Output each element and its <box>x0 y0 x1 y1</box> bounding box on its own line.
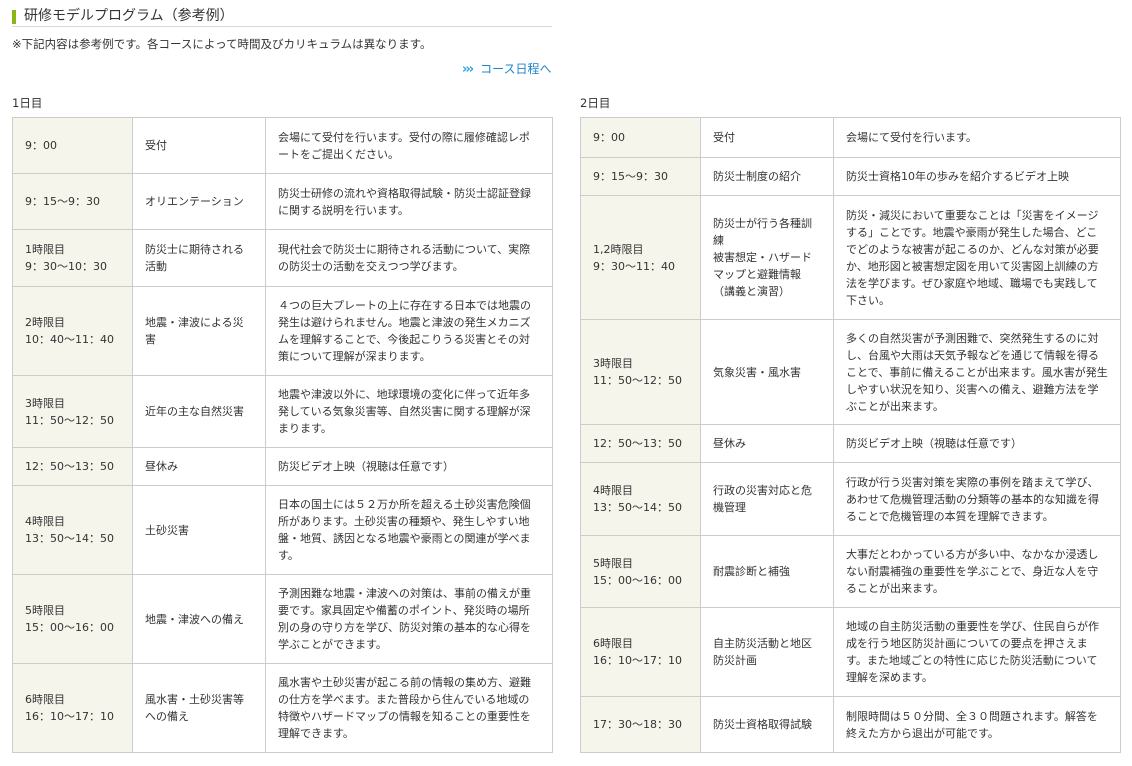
description-cell: 日本の国土には５２万か所を超える土砂災害危険個所があります。土砂災害の種類や、発… <box>265 485 553 575</box>
table-row: 6時限目 16：10～17：10 自主防災活動と地区防災計画 地域の自主防災活動… <box>580 607 1121 697</box>
description-cell: 現代社会で防災士に期待される活動について、実際の防災士の活動を交えつつ学びます。 <box>265 229 553 287</box>
description-cell: 防災士資格10年の歩みを紹介するビデオ上映 <box>833 157 1121 196</box>
description-cell: 制限時間は５０分間、全３０問題されます。解答を終えた方から退出が可能です。 <box>833 696 1121 753</box>
time-cell: 3時限目 11：50～12：50 <box>580 319 701 425</box>
table-row: 1,2時限目 9：30～11：40 防災士が行う各種訓練 被害想定・ハザードマッ… <box>580 195 1121 320</box>
subject-cell: 土砂災害 <box>132 485 266 575</box>
subject-cell: 地震・津波への備え <box>132 574 266 664</box>
subject-cell: 地震・津波による災害 <box>132 286 266 376</box>
accent-bar <box>12 10 16 24</box>
time-cell: 4時限目 13：50～14：50 <box>580 462 701 536</box>
subject-cell: 昼休み <box>132 447 266 486</box>
table-row: 3時限目 11：50～12：50 気象災害・風水害 多くの自然災害が予測困難で、… <box>580 319 1121 425</box>
description-cell: 防災ビデオ上映（視聴は任意です） <box>833 424 1121 463</box>
subject-cell: 行政の災害対応と危機管理 <box>700 462 834 536</box>
table-row: 9：15～9：30 オリエンテーション 防災士研修の流れや資格取得試験・防災士認… <box>12 173 553 230</box>
subject-cell: 防災士資格取得試験 <box>700 696 834 753</box>
time-cell: 5時限目 15：00～16：00 <box>12 574 133 664</box>
description-cell: 地震や津波以外に、地球環境の変化に伴って近年多発している気象災害等、自然災害に関… <box>265 375 553 448</box>
double-chevron-right-icon: ››› <box>462 62 474 77</box>
day2-label: 2日目 <box>580 96 611 110</box>
notice-text: ※下記内容は参考例です。各コースによって時間及びカリキュラムは異なります。 <box>12 37 432 51</box>
description-cell: 大事だとわかっている方が多い中、なかなか浸透しない耐震補強の重要性を学ぶことで、… <box>833 535 1121 608</box>
time-cell: 5時限目 15：00～16：00 <box>580 535 701 608</box>
table-row: 9：00 受付 会場にて受付を行います。 <box>580 117 1121 158</box>
table-row: 5時限目 15：00～16：00 地震・津波への備え 予測困難な地震・津波への対… <box>12 574 553 664</box>
description-cell: 行政が行う災害対策を実際の事例を踏まえて学び、あわせて危機管理活動の分類等の基本… <box>833 462 1121 536</box>
time-cell: 9：00 <box>580 117 701 158</box>
description-cell: ４つの巨大プレートの上に存在する日本では地震の発生は避けられません。地震と津波の… <box>265 286 553 376</box>
description-cell: 防災ビデオ上映（視聴は任意です） <box>265 447 553 486</box>
table-row: 12：50～13：50 昼休み 防災ビデオ上映（視聴は任意です） <box>580 424 1121 463</box>
subject-cell: 自主防災活動と地区防災計画 <box>700 607 834 697</box>
time-cell: 4時限目 13：50～14：50 <box>12 485 133 575</box>
time-cell: 1,2時限目 9：30～11：40 <box>580 195 701 320</box>
subject-cell: 受付 <box>700 117 834 158</box>
table-row: 9：00 受付 会場にて受付を行います。受付の際に履修確認レポートをご提出くださ… <box>12 117 553 174</box>
description-cell: 予測困難な地震・津波への対策は、事前の備えが重要です。家具固定や備蓄のポイント、… <box>265 574 553 664</box>
description-cell: 防災士研修の流れや資格取得試験・防災士認証登録に関する説明を行います。 <box>265 173 553 230</box>
description-cell: 会場にて受付を行います。 <box>833 117 1121 158</box>
time-cell: 6時限目 16：10～17：10 <box>580 607 701 697</box>
subject-cell: 受付 <box>132 117 266 174</box>
description-cell: 地域の自主防災活動の重要性を学び、住民自らが作成を行う地区防災計画についての要点… <box>833 607 1121 697</box>
table-row: 6時限目 16：10～17：10 風水害・土砂災害等への備え 風水害や土砂災害が… <box>12 663 553 753</box>
table-row: 12：50～13：50 昼休み 防災ビデオ上映（視聴は任意です） <box>12 447 553 486</box>
day2-schedule-table: 9：00 受付 会場にて受付を行います。 9：15～9：30 防災士制度の紹介 … <box>580 117 1121 753</box>
subject-cell: 防災士が行う各種訓練 被害想定・ハザードマップと避難情報 （講義と演習） <box>700 195 834 320</box>
time-cell: 12：50～13：50 <box>580 424 701 463</box>
subject-cell: 近年の主な自然災害 <box>132 375 266 448</box>
time-cell: 12：50～13：50 <box>12 447 133 486</box>
table-row: 1時限目 9：30～10：30 防災士に期待される活動 現代社会で防災士に期待さ… <box>12 229 553 287</box>
description-cell: 防災・減災において重要なことは「災害をイメージする」ことです。地震や豪雨が発生し… <box>833 195 1121 320</box>
table-row: 5時限目 15：00～16：00 耐震診断と補強 大事だとわかっている方が多い中… <box>580 535 1121 608</box>
time-cell: 9：15～9：30 <box>12 173 133 230</box>
description-cell: 会場にて受付を行います。受付の際に履修確認レポートをご提出ください。 <box>265 117 553 174</box>
subject-cell: 風水害・土砂災害等への備え <box>132 663 266 753</box>
table-row: 9：15～9：30 防災士制度の紹介 防災士資格10年の歩みを紹介するビデオ上映 <box>580 157 1121 196</box>
description-cell: 風水害や土砂災害が起こる前の情報の集め方、避難の仕方を学べます。また普段から住ん… <box>265 663 553 753</box>
day1-schedule-table: 9：00 受付 会場にて受付を行います。受付の際に履修確認レポートをご提出くださ… <box>12 117 553 753</box>
time-cell: 17：30～18：30 <box>580 696 701 753</box>
subject-cell: 気象災害・風水害 <box>700 319 834 425</box>
time-cell: 1時限目 9：30～10：30 <box>12 229 133 287</box>
description-cell: 多くの自然災害が予測困難で、突然発生するのに対し、台風や大雨は天気予報などを通じ… <box>833 319 1121 425</box>
table-row: 3時限目 11：50～12：50 近年の主な自然災害 地震や津波以外に、地球環境… <box>12 375 553 448</box>
subject-cell: 防災士に期待される活動 <box>132 229 266 287</box>
table-row: 4時限目 13：50～14：50 行政の災害対応と危機管理 行政が行う災害対策を… <box>580 462 1121 536</box>
subject-cell: 耐震診断と補強 <box>700 535 834 608</box>
day1-label: 1日目 <box>12 96 43 110</box>
subject-cell: オリエンテーション <box>132 173 266 230</box>
page-title: 研修モデルプログラム（参考例） <box>24 8 234 24</box>
subject-cell: 昼休み <box>700 424 834 463</box>
time-cell: 6時限目 16：10～17：10 <box>12 663 133 753</box>
table-row: 2時限目 10：40～11：40 地震・津波による災害 ４つの巨大プレートの上に… <box>12 286 553 376</box>
course-schedule-link[interactable]: ››› コース日程へ <box>462 62 551 77</box>
time-cell: 2時限目 10：40～11：40 <box>12 286 133 376</box>
table-row: 4時限目 13：50～14：50 土砂災害 日本の国土には５２万か所を超える土砂… <box>12 485 553 575</box>
page-header: 研修モデルプログラム（参考例） <box>12 7 552 27</box>
time-cell: 9：00 <box>12 117 133 174</box>
table-row: 17：30～18：30 防災士資格取得試験 制限時間は５０分間、全３０問題されま… <box>580 696 1121 753</box>
time-cell: 3時限目 11：50～12：50 <box>12 375 133 448</box>
course-schedule-link-label: コース日程へ <box>480 62 552 76</box>
subject-cell: 防災士制度の紹介 <box>700 157 834 196</box>
time-cell: 9：15～9：30 <box>580 157 701 196</box>
